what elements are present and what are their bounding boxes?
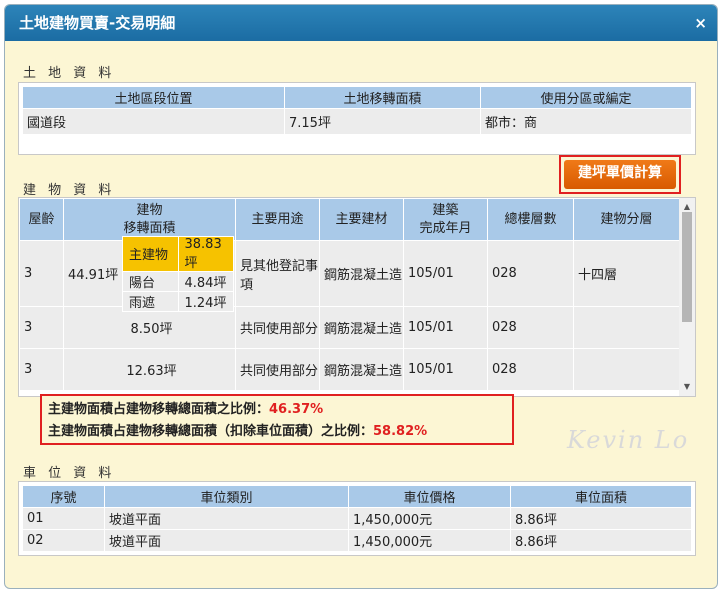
parking-no: 01 — [22, 507, 105, 530]
land-section-label: 土 地 資 料 — [23, 66, 116, 81]
land-header-zoning: 使用分區或編定 — [480, 86, 692, 109]
scrollbar-thumb[interactable] — [682, 212, 692, 322]
dialog-title: 土地建物買賣-交易明細 — [19, 14, 176, 32]
building-panel[interactable]: 屋齡 建物移轉面積 主要用途 主要建材 建築完成年月 總樓層數 建物分層 3 4… — [18, 197, 696, 397]
table-row: 3 8.50坪 共同使用部分 鋼筋混凝土造 105/01 028 — [19, 306, 680, 349]
building-header-age: 屋齡 — [19, 198, 64, 241]
breakdown-value: 38.83坪 — [177, 235, 234, 272]
land-location: 國道段 — [22, 108, 285, 135]
parking-no: 02 — [22, 529, 105, 552]
breakdown-value: 4.84坪 — [177, 270, 234, 292]
table-row: 3 12.63坪 共同使用部分 鋼筋混凝土造 105/01 028 — [19, 348, 680, 391]
parking-area: 8.86坪 — [510, 529, 692, 552]
building-header-floors: 總樓層數 — [487, 198, 574, 241]
breakdown-name: 陽台 — [122, 270, 179, 292]
breakdown-value: 1.24坪 — [177, 290, 234, 312]
land-table: 土地區段位置 土地移轉面積 使用分區或編定 國道段 7.15坪 都市：商 — [22, 86, 692, 135]
building-material: 鋼筋混凝土造 — [319, 306, 404, 349]
building-use: 共同使用部分 — [235, 348, 320, 391]
dialog-titlebar: 土地建物買賣-交易明細 × — [5, 5, 717, 41]
building-header-use: 主要用途 — [235, 198, 320, 241]
parking-price: 1,450,000元 — [348, 529, 511, 552]
building-built: 105/01 — [403, 240, 488, 307]
building-material: 鋼筋混凝土造 — [319, 240, 404, 307]
watermark: Kevin Lo — [567, 426, 690, 454]
ratio-1-label: 主建物面積占建物移轉總面積之比例： — [48, 402, 270, 417]
ratio-line-2: 主建物面積占建物移轉總面積（扣除車位面積）之比例：58.82% — [48, 421, 506, 443]
building-age: 3 — [19, 306, 64, 349]
parking-header-no: 序號 — [22, 485, 105, 508]
building-floors: 028 — [487, 240, 574, 307]
close-icon[interactable]: × — [694, 5, 707, 41]
building-header-built: 建築 完成年月 — [403, 198, 488, 241]
building-area: 12.63坪 — [63, 348, 236, 391]
parking-type: 坡道平面 — [104, 529, 349, 552]
parking-panel: 序號 車位類別 車位價格 車位面積 01 坡道平面 1,450,000元 8.8… — [18, 481, 696, 556]
building-use: 共同使用部分 — [235, 306, 320, 349]
building-header-area-line1: 建物 — [136, 202, 163, 218]
building-level: 十四層 — [573, 240, 680, 307]
building-area-cell: 44.91坪 主建物 38.83坪 陽台 4.84坪 雨遮 1.24坪 — [63, 235, 236, 312]
parking-header-price: 車位價格 — [348, 485, 511, 508]
area-ratio-box: 主建物面積占建物移轉總面積之比例：46.37% 主建物面積占建物移轉總面積（扣除… — [40, 394, 514, 445]
parking-price: 1,450,000元 — [348, 507, 511, 530]
building-header-built-line2: 完成年月 — [419, 220, 472, 236]
breakdown-name: 雨遮 — [122, 290, 179, 312]
building-age: 3 — [19, 240, 64, 307]
building-scrollbar[interactable]: ▲ ▼ — [679, 198, 695, 396]
building-level — [573, 348, 680, 391]
building-built: 105/01 — [403, 306, 488, 349]
area-breakdown-table: 主建物 38.83坪 陽台 4.84坪 雨遮 1.24坪 — [122, 235, 234, 312]
ratio-line-1: 主建物面積占建物移轉總面積之比例：46.37% — [48, 399, 506, 421]
building-area: 8.50坪 — [63, 306, 236, 349]
table-row: 3 44.91坪 主建物 38.83坪 陽台 4.84坪 雨遮 1.24坪 見其他登記… — [19, 235, 680, 312]
table-row: 02 坡道平面 1,450,000元 8.86坪 — [22, 529, 692, 552]
unit-price-calc-button[interactable]: 建坪單價計算 — [559, 155, 681, 194]
land-header-area: 土地移轉面積 — [284, 86, 481, 109]
building-floors: 028 — [487, 306, 574, 349]
building-table: 屋齡 建物移轉面積 主要用途 主要建材 建築完成年月 總樓層數 建物分層 3 4… — [19, 198, 680, 391]
ratio-1-value: 46.37% — [269, 402, 324, 417]
land-area: 7.15坪 — [284, 108, 481, 135]
land-header-location: 土地區段位置 — [22, 86, 285, 109]
building-level — [573, 306, 680, 349]
ratio-2-label: 主建物面積占建物移轉總面積（扣除車位面積）之比例： — [48, 424, 374, 439]
building-age: 3 — [19, 348, 64, 391]
parking-area: 8.86坪 — [510, 507, 692, 530]
parking-header-type: 車位類別 — [104, 485, 349, 508]
building-use: 見其他登記事項 — [235, 240, 320, 307]
building-header-level: 建物分層 — [573, 198, 680, 241]
building-header-material: 主要建材 — [319, 198, 404, 241]
building-header-area: 建物 移轉面積 — [63, 198, 236, 241]
unit-price-calc-label[interactable]: 建坪單價計算 — [564, 160, 676, 189]
parking-table: 序號 車位類別 車位價格 車位面積 01 坡道平面 1,450,000元 8.8… — [22, 485, 692, 552]
ratio-2-value: 58.82% — [373, 424, 428, 439]
scroll-down-icon[interactable]: ▼ — [679, 380, 695, 394]
building-header-area-line2: 移轉面積 — [123, 220, 176, 236]
building-header-built-line1: 建築 — [432, 202, 459, 218]
parking-type: 坡道平面 — [104, 507, 349, 530]
building-area: 44.91坪 — [68, 268, 119, 283]
building-material: 鋼筋混凝土造 — [319, 348, 404, 391]
breakdown-name: 主建物 — [122, 235, 179, 272]
table-row: 國道段 7.15坪 都市：商 — [22, 108, 692, 135]
parking-header-area: 車位面積 — [510, 485, 692, 508]
land-panel: 土地區段位置 土地移轉面積 使用分區或編定 國道段 7.15坪 都市：商 — [18, 82, 696, 155]
building-built: 105/01 — [403, 348, 488, 391]
table-row: 01 坡道平面 1,450,000元 8.86坪 — [22, 507, 692, 530]
building-floors: 028 — [487, 348, 574, 391]
building-section-label: 建 物 資 料 — [23, 183, 116, 198]
parking-section-label: 車 位 資 料 — [23, 466, 116, 481]
land-zoning: 都市：商 — [480, 108, 692, 135]
